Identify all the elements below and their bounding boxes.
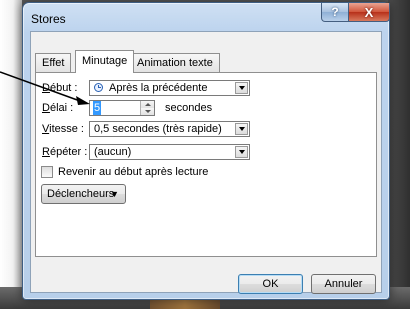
delai-value: 5 <box>93 101 102 115</box>
debut-value: Après la précédente <box>109 82 208 94</box>
rewind-label: Revenir au début après lecture <box>58 166 209 178</box>
chevron-down-icon[interactable] <box>235 123 248 135</box>
help-button[interactable]: ? <box>321 3 349 22</box>
debut-select[interactable]: Après la précédente <box>89 80 250 96</box>
tab-animation-texte[interactable]: Animation texte <box>130 53 220 72</box>
triggers-label: Déclencheurs <box>47 188 115 200</box>
dialog-window: Stores ? X Effet Minutage Animation text… <box>22 2 390 300</box>
rewind-checkbox[interactable] <box>41 166 53 178</box>
delai-unit: secondes <box>165 102 213 114</box>
vitesse-label: Vitesse : <box>42 123 84 135</box>
debut-label: Début : <box>42 82 78 94</box>
repeter-label: Répéter : <box>42 146 88 158</box>
close-button[interactable]: X <box>348 3 390 22</box>
triggers-button[interactable]: Déclencheurs ▼ <box>41 184 126 204</box>
clock-icon <box>94 83 103 92</box>
chevron-down-icon[interactable] <box>235 82 248 94</box>
spin-down-icon[interactable] <box>141 108 154 115</box>
dialog-client: Effet Minutage Animation texte Début : A… <box>30 31 382 294</box>
minutage-panel: Début : Après la précédente Délai : 5 se… <box>35 72 377 257</box>
delai-spinner[interactable]: 5 <box>89 100 155 116</box>
window-title: Stores <box>31 12 66 26</box>
ok-button[interactable]: OK <box>238 274 303 294</box>
background-right <box>388 0 410 309</box>
tab-effet[interactable]: Effet <box>35 53 72 72</box>
chevron-down-icon[interactable] <box>235 146 248 158</box>
vitesse-select[interactable]: 0,5 secondes (très rapide) <box>89 121 250 137</box>
spin-up-icon[interactable] <box>141 101 154 108</box>
double-chevron-down-icon: ▼ <box>110 189 119 199</box>
repeter-select[interactable]: (aucun) <box>89 144 250 160</box>
background-left <box>0 0 22 309</box>
delai-label: Délai : <box>42 102 74 114</box>
tab-minutage[interactable]: Minutage <box>75 50 135 73</box>
vitesse-value: 0,5 secondes (très rapide) <box>94 123 222 135</box>
repeter-value: (aucun) <box>94 146 132 158</box>
cancel-button[interactable]: Annuler <box>311 274 376 294</box>
